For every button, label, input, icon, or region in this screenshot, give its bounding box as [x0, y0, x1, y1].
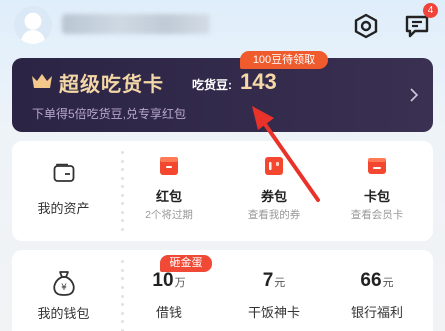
meal-card-label: 干饭神卡	[247, 305, 300, 320]
crown-icon	[32, 74, 52, 88]
borrow-label: 借钱	[155, 305, 182, 320]
my-assets-entry[interactable]: 我的资产	[12, 141, 115, 241]
pending-beans-tag[interactable]: 100豆待领取	[240, 51, 328, 69]
assets-card: 我的资产 红包 2个将过期 券包 查看我的券 卡包 查看会员卡	[12, 141, 433, 241]
card-pack-desc: 查看会员卡	[350, 209, 404, 221]
super-foodie-card[interactable]: 超级吃货卡 吃货豆: 143 下单得5倍吃货豆,兑专享红包	[12, 58, 433, 132]
borrow-amount: 10万	[152, 270, 186, 291]
chevron-right-icon	[410, 88, 419, 102]
bank-benefit-entry[interactable]: 66元 银行福利	[327, 250, 427, 331]
coupon-icon	[265, 157, 283, 175]
card-pack-label: 卡包	[363, 189, 390, 204]
bean-value: 143	[240, 69, 277, 94]
message-badge: 4	[423, 3, 438, 18]
my-assets-label: 我的资产	[37, 201, 90, 216]
bean-label: 吃货豆:	[192, 78, 232, 92]
meal-card-entry[interactable]: 7元 干饭神卡	[224, 250, 324, 331]
super-card-title: 超级吃货卡	[59, 74, 164, 96]
red-packet-desc: 2个将过期	[145, 209, 193, 221]
card-pack-entry[interactable]: 卡包 查看会员卡	[327, 141, 427, 241]
avatar[interactable]	[14, 6, 52, 44]
avatar-silhouette	[21, 30, 45, 44]
wallet-card: ¥ 我的钱包 10万 借钱 7元 干饭神卡 66元 银行福利	[12, 250, 433, 331]
card-pack-icon	[368, 158, 386, 174]
coupon-label: 券包	[260, 189, 287, 204]
header: 4	[0, 0, 445, 52]
svg-text:¥: ¥	[61, 283, 67, 293]
meal-card-amount: 7元	[262, 270, 286, 291]
my-wallet-entry[interactable]: ¥ 我的钱包	[12, 250, 115, 331]
red-packet-icon	[160, 157, 178, 175]
money-bag-icon: ¥	[53, 271, 75, 296]
settings-icon[interactable]	[353, 13, 379, 39]
red-packet-label: 红包	[155, 189, 182, 204]
super-card-subtitle: 下单得5倍吃货豆,兑专享红包	[32, 107, 187, 121]
golden-egg-tag[interactable]: 砸金蛋	[160, 255, 212, 272]
username-blurred[interactable]	[62, 14, 210, 34]
bank-benefit-label: 银行福利	[350, 305, 403, 320]
wallet-icon	[53, 163, 75, 182]
bank-benefit-amount: 66元	[360, 270, 394, 291]
coupon-entry[interactable]: 券包 查看我的券	[224, 141, 324, 241]
red-packet-entry[interactable]: 红包 2个将过期	[119, 141, 219, 241]
coupon-desc: 查看我的券	[247, 209, 301, 221]
my-wallet-label: 我的钱包	[37, 306, 90, 321]
